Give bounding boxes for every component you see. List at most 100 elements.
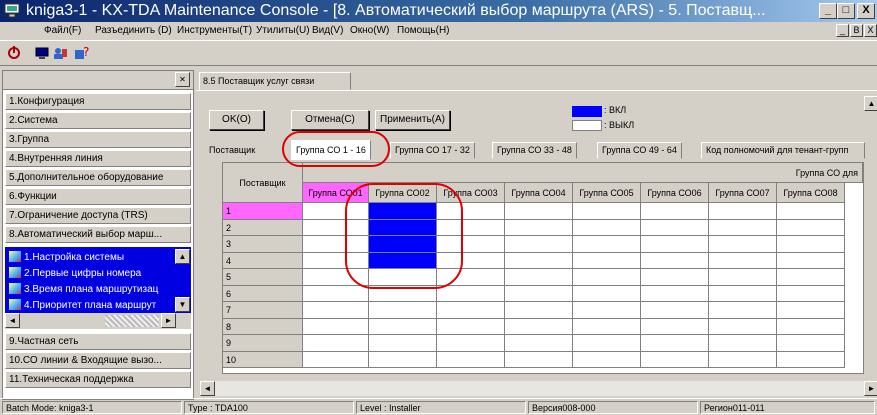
cancel-button[interactable]: Отмена(C) (291, 110, 369, 130)
grid-cell[interactable] (641, 351, 709, 368)
submenu-item[interactable]: 2.Первые цифры номера (9, 266, 169, 282)
menu-window[interactable]: Окно(W) (350, 25, 389, 36)
row-header[interactable]: 7 (223, 302, 303, 319)
tab-provider[interactable]: Поставщик (205, 143, 260, 160)
row-header[interactable]: 9 (223, 335, 303, 352)
maximize-button[interactable]: □ (837, 3, 855, 19)
grid-cell[interactable] (437, 285, 505, 302)
grid-cell[interactable] (505, 302, 573, 319)
menu-view[interactable]: Вид(V) (312, 25, 343, 36)
grid-cell[interactable] (303, 219, 369, 236)
grid-cell[interactable] (641, 285, 709, 302)
grid-cell[interactable] (303, 351, 369, 368)
nav-item-configuration[interactable]: 1.Конфигурация (5, 93, 191, 110)
menu-file[interactable]: Файл(F) (44, 25, 81, 36)
grid-cell[interactable] (573, 236, 641, 253)
grid-cell[interactable] (709, 302, 777, 319)
grid-cell[interactable] (777, 203, 845, 220)
grid-cell[interactable] (369, 302, 437, 319)
grid-cell[interactable] (369, 335, 437, 352)
grid-cell[interactable] (573, 335, 641, 352)
grid-cell[interactable] (641, 252, 709, 269)
grid-cell[interactable] (641, 236, 709, 253)
tab-co-group-1-16[interactable]: Группа СО 1 - 16 (291, 140, 371, 160)
scroll-up-icon[interactable]: ▲ (175, 249, 190, 264)
grid-cell[interactable] (437, 302, 505, 319)
grid-cell[interactable] (709, 318, 777, 335)
nav-item-features[interactable]: 6.Функции (5, 188, 191, 205)
row-header[interactable]: 2 (223, 219, 303, 236)
nav-item-private-network[interactable]: 9.Частная сеть (5, 333, 191, 350)
grid-cell[interactable] (777, 236, 845, 253)
grid-cell[interactable] (777, 351, 845, 368)
row-header[interactable]: 8 (223, 318, 303, 335)
grid-cell[interactable] (369, 269, 437, 286)
nav-item-group[interactable]: 3.Группа (5, 131, 191, 148)
grid-cell[interactable] (709, 252, 777, 269)
nav-item-trs[interactable]: 7.Ограничение доступа (TRS) (5, 207, 191, 224)
scroll-down-icon[interactable]: ▼ (175, 297, 190, 312)
mdi-minimize-button[interactable]: _ (836, 24, 849, 37)
close-icon[interactable]: ✕ (175, 72, 190, 87)
grid-cell[interactable] (505, 318, 573, 335)
grid-cell-on[interactable] (369, 203, 437, 220)
grid-cell[interactable] (777, 219, 845, 236)
grid-cell[interactable] (303, 252, 369, 269)
grid-cell[interactable] (573, 318, 641, 335)
row-header[interactable]: 5 (223, 269, 303, 286)
grid-cell[interactable] (709, 269, 777, 286)
scroll-left-icon[interactable]: ◄ (5, 313, 20, 328)
grid-cell[interactable] (303, 302, 369, 319)
grid-cell[interactable] (369, 318, 437, 335)
grid-cell[interactable] (573, 269, 641, 286)
nav-item-extension[interactable]: 4.Внутренняя линия (5, 150, 191, 167)
horizontal-scrollbar[interactable] (215, 381, 864, 396)
tab-tenant-authorization[interactable]: Код полномочий для тенант-групп (701, 142, 865, 159)
grid-cell[interactable] (777, 285, 845, 302)
grid-cell[interactable] (303, 285, 369, 302)
nav-item-maintenance[interactable]: 11.Техническая поддержка (5, 371, 191, 388)
grid-cell[interactable] (573, 252, 641, 269)
minimize-button[interactable]: _ (819, 3, 837, 19)
grid-cell[interactable] (709, 219, 777, 236)
grid-cell[interactable] (437, 318, 505, 335)
row-header[interactable]: 4 (223, 252, 303, 269)
nav-item-system[interactable]: 2.Система (5, 112, 191, 129)
nav-item-co-line[interactable]: 10.СО линии & Входящие вызо... (5, 352, 191, 369)
column-header[interactable]: Группа СО01 (303, 183, 369, 203)
grid-cell[interactable] (709, 203, 777, 220)
grid-cell-on[interactable] (369, 236, 437, 253)
mdi-close-button[interactable]: X (864, 24, 877, 37)
grid-cell[interactable] (505, 351, 573, 368)
menu-disconnect[interactable]: Разъединить (D) (95, 25, 172, 36)
grid-cell[interactable] (505, 335, 573, 352)
help-icon[interactable]: ? (74, 45, 90, 61)
document-tab[interactable]: 8.5 Поставщик услуг связи (199, 72, 351, 90)
grid-cell[interactable] (505, 203, 573, 220)
grid-cell[interactable] (437, 351, 505, 368)
grid-cell[interactable] (777, 269, 845, 286)
grid-cell[interactable] (505, 269, 573, 286)
grid-cell[interactable] (369, 351, 437, 368)
pc-icon[interactable] (34, 45, 50, 61)
connect-icon[interactable] (6, 45, 22, 61)
grid-cell[interactable] (641, 269, 709, 286)
grid-cell[interactable] (777, 252, 845, 269)
grid-cell[interactable] (437, 335, 505, 352)
submenu-item[interactable]: 3.Время плана маршрутизац (9, 282, 169, 298)
column-header[interactable]: Группа СО02 (369, 183, 437, 203)
scroll-right-icon[interactable]: ► (161, 313, 176, 328)
grid-cell[interactable] (303, 318, 369, 335)
tab-co-group-49-64[interactable]: Группа СО 49 - 64 (597, 142, 682, 159)
row-header[interactable]: 6 (223, 285, 303, 302)
tab-co-group-33-48[interactable]: Группа СО 33 - 48 (492, 142, 577, 159)
grid-cell[interactable] (573, 203, 641, 220)
nav-item-optional-device[interactable]: 5.Дополнительное оборудование (5, 169, 191, 186)
submenu-hscrollbar[interactable]: ◄ ► (5, 313, 191, 329)
grid-cell[interactable] (437, 203, 505, 220)
scroll-left-icon[interactable]: ◄ (200, 381, 215, 396)
grid-cell[interactable] (709, 351, 777, 368)
user-icon[interactable] (52, 45, 68, 61)
grid-cell[interactable] (641, 318, 709, 335)
grid-cell-on[interactable] (369, 252, 437, 269)
